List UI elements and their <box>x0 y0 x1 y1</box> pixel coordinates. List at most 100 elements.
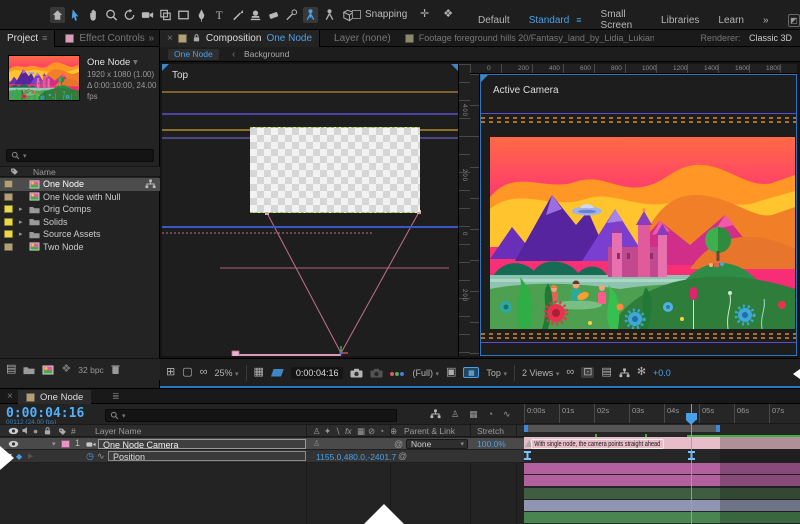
hand-tool-icon[interactable] <box>86 7 101 23</box>
zoom-tool-icon[interactable] <box>104 7 119 23</box>
view-layout-select[interactable]: 2 Views ▾ <box>522 368 559 378</box>
position-property-row[interactable]: ◀ ◆ ▶ ◷ ∿ Position 1155.0,480.0,-2401.7 … <box>0 450 524 462</box>
workspace-small-screen[interactable]: Small Screen <box>601 9 642 31</box>
stopwatch-icon[interactable]: ◷ <box>86 451 94 462</box>
project-item[interactable]: ▸ One Node <box>0 178 160 191</box>
reset-exposure-icon[interactable]: ✻ <box>637 367 646 378</box>
type-tool-icon[interactable] <box>212 7 227 23</box>
workspace-search-icon[interactable]: ◩ <box>788 14 800 27</box>
number-column-header[interactable]: # <box>71 426 76 436</box>
brush-tool-icon[interactable] <box>230 7 245 23</box>
pan-camera-tool-icon[interactable] <box>322 7 337 23</box>
motion-blur-switch-icon[interactable]: ⊘ <box>368 426 375 437</box>
workspace-libraries[interactable]: Libraries <box>661 15 699 26</box>
pick-whip-icon[interactable]: @ <box>394 439 403 449</box>
pan-behind-tool-icon[interactable] <box>158 7 173 23</box>
playhead-handle[interactable] <box>686 413 697 420</box>
project-item[interactable]: ▸ Two Node <box>0 241 160 254</box>
bit-depth-button[interactable]: 32 bpc <box>78 365 104 375</box>
layer-name-column-header[interactable]: Layer Name <box>95 426 141 436</box>
pixel-aspect-correction-icon[interactable]: ⊡ <box>581 367 594 378</box>
rectangle-tool-icon[interactable] <box>176 7 191 23</box>
expression-graph-icon[interactable]: ∿ <box>97 451 105 462</box>
home-tool-icon[interactable] <box>50 7 65 23</box>
timeline-button-icon[interactable]: ▤ <box>601 367 611 378</box>
workspace-standard[interactable]: Standard <box>529 15 570 26</box>
orbit-camera-tool-icon[interactable] <box>303 7 318 23</box>
item-name-caret-icon[interactable]: ▾ <box>133 57 138 68</box>
close-icon[interactable]: × <box>7 391 13 402</box>
label-color-chip[interactable] <box>4 205 13 213</box>
magnification-select[interactable]: 25% ▾ <box>214 368 238 378</box>
project-item-name[interactable]: Source Assets <box>43 229 101 239</box>
parent-select[interactable]: None▾ <box>406 439 468 449</box>
eraser-tool-icon[interactable] <box>266 7 281 23</box>
region-of-interest-icon[interactable] <box>271 369 284 377</box>
layer-name[interactable]: One Node Camera <box>98 439 306 449</box>
lock-column-icon[interactable] <box>43 426 52 436</box>
share-view-icon[interactable]: ∞ <box>566 367 574 378</box>
audio-column-icon[interactable] <box>21 426 30 435</box>
project-search-input[interactable]: ▾ <box>6 149 154 162</box>
snap-options-icon[interactable]: ❖ <box>443 9 453 20</box>
tab-layer[interactable]: Layer (none) <box>334 33 391 44</box>
new-composition-icon[interactable] <box>42 365 54 375</box>
tab-effect-controls[interactable]: Effect Controls <box>79 33 144 44</box>
project-settings-icon[interactable]: ❖ <box>61 364 71 375</box>
parent-link-column-header[interactable]: Parent & Link <box>404 426 455 436</box>
layer-row-camera[interactable]: ▾ 1 One Node Camera ♙ @ None▾ 100.0% <box>0 438 524 450</box>
active-camera-content[interactable]: Active Camera <box>480 74 797 356</box>
hide-shy-icon[interactable]: ♙ <box>451 409 459 420</box>
selection-tool-icon[interactable] <box>68 7 83 23</box>
panel-menu-icon[interactable]: ≣ <box>112 391 120 402</box>
expand-chevron-icon[interactable]: ▸ <box>19 230 23 238</box>
snapshot-icon[interactable] <box>350 368 363 378</box>
project-item-name[interactable]: Solids <box>43 217 68 227</box>
graph-editor-icon[interactable]: ∿ <box>503 409 511 420</box>
solo-column-icon[interactable]: ● <box>33 426 38 436</box>
camera-tool-icon[interactable] <box>140 7 155 23</box>
view-layout-icon[interactable]: ⊞ <box>166 367 175 378</box>
stretch-column-header[interactable]: Stretch <box>477 426 504 436</box>
project-item-name[interactable]: Orig Comps <box>43 204 91 214</box>
workspace-overflow-icon[interactable]: » <box>763 15 769 26</box>
snapping-checkbox[interactable] <box>352 10 361 19</box>
label-color-chip[interactable] <box>4 243 13 251</box>
renderer-value[interactable]: Classic 3D <box>749 33 792 43</box>
adjustment-switch-icon[interactable]: ◔ <box>379 426 384 436</box>
tab-overflow-icon[interactable]: » <box>148 33 154 44</box>
pick-whip-icon[interactable]: @ <box>398 451 407 461</box>
draft-3d-icon[interactable]: ▦ <box>463 367 479 378</box>
stereo-glasses-icon[interactable]: ∞ <box>200 367 208 378</box>
keyframe-diamond-icon[interactable]: ◆ <box>16 452 22 461</box>
project-item[interactable]: ▸ One Node with Null <box>0 191 160 204</box>
workspace-learn[interactable]: Learn <box>718 15 744 26</box>
preview-timecode[interactable]: 0:00:04:16 <box>291 367 344 379</box>
roto-brush-tool-icon[interactable] <box>284 7 299 23</box>
shy-switch-icon[interactable]: ♙ <box>313 426 321 437</box>
new-folder-icon[interactable] <box>23 365 35 375</box>
breadcrumb-current[interactable]: One Node <box>168 49 219 60</box>
tab-footage[interactable]: Footage foreground hills 20/Fantasy_land… <box>419 33 654 43</box>
flowchart-button-icon[interactable] <box>619 368 630 378</box>
time-ruler[interactable]: 0:00s01s02s03s04s05s06s07s <box>524 404 800 424</box>
clone-stamp-tool-icon[interactable] <box>248 7 263 23</box>
show-snapshot-icon[interactable] <box>370 368 383 378</box>
stretch-value[interactable]: 100.0% <box>477 439 506 449</box>
timeline-tab[interactable]: One Node <box>18 390 91 404</box>
shy-switch-icon[interactable]: ♙ <box>313 439 320 448</box>
snap-to-features-icon[interactable]: ✛ <box>420 9 429 20</box>
trash-icon[interactable] <box>111 364 120 375</box>
project-item[interactable]: ▸ Orig Comps <box>0 203 160 216</box>
label-color-chip[interactable] <box>4 193 13 201</box>
label-column-icon[interactable] <box>58 427 67 436</box>
layer-marker-comment[interactable]: With single node, the camera points stra… <box>531 439 663 449</box>
label-color-chip[interactable] <box>4 230 13 238</box>
project-item-name[interactable]: One Node <box>43 179 84 189</box>
expand-chevron-icon[interactable]: ▸ <box>19 205 23 213</box>
active-camera-view[interactable]: 020040060080010001200140016001800 Active… <box>470 64 797 356</box>
motion-blur-icon[interactable]: ◔ <box>488 409 493 420</box>
project-item[interactable]: ▸ Source Assets <box>0 228 160 241</box>
mini-flowchart-icon[interactable] <box>430 409 441 419</box>
frame-blend-icon[interactable]: ▦ <box>469 409 478 420</box>
